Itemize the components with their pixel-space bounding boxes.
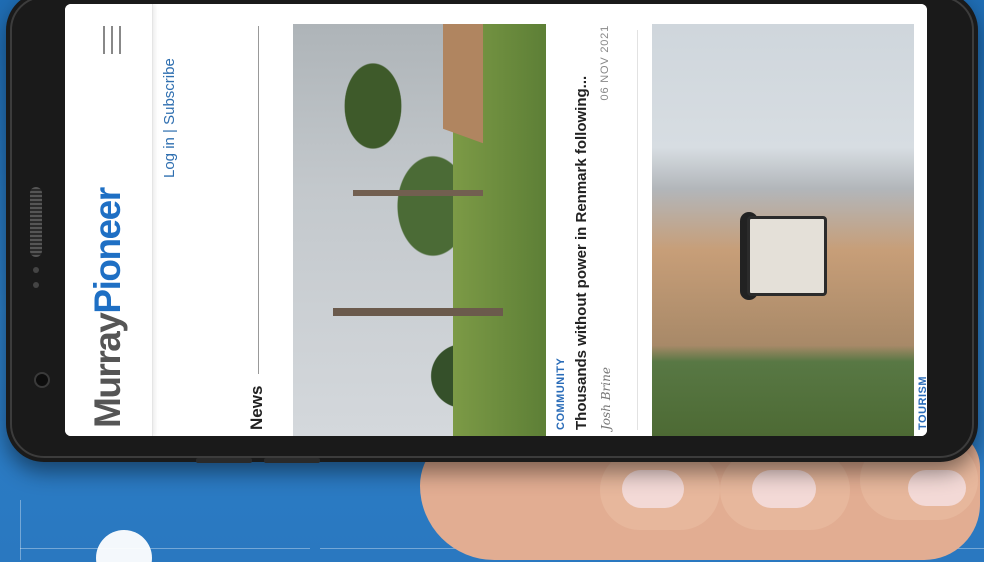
section-divider bbox=[258, 26, 259, 374]
hamburger-menu-icon[interactable] bbox=[103, 26, 121, 54]
article-category[interactable]: COMMUNITY bbox=[555, 358, 567, 430]
logo-word-murray: Murray bbox=[87, 313, 128, 428]
image-road bbox=[443, 24, 483, 144]
background-line bbox=[20, 548, 310, 549]
phone-screen: MurrayPioneer Log in | Subscribe News CO… bbox=[65, 4, 927, 436]
login-subscribe-link[interactable]: Log in | Subscribe bbox=[161, 58, 178, 178]
article-meta: Josh Brine 06 NOV 2021 bbox=[599, 25, 617, 430]
proximity-sensor bbox=[33, 267, 39, 273]
article-image[interactable] bbox=[652, 24, 914, 436]
site-logo[interactable]: MurrayPioneer bbox=[87, 188, 129, 428]
side-button bbox=[196, 458, 252, 463]
speaker-grille bbox=[30, 187, 42, 257]
logo-word-pioneer: Pioneer bbox=[87, 188, 128, 314]
background-line bbox=[20, 500, 21, 560]
front-camera-icon bbox=[34, 372, 50, 388]
fingernail bbox=[752, 470, 816, 508]
article-date: 06 NOV 2021 bbox=[599, 25, 611, 101]
light-sensor bbox=[33, 282, 39, 288]
image-tree bbox=[353, 190, 483, 196]
side-button bbox=[264, 458, 320, 463]
article-headline[interactable]: Thousands without power in Renmark follo… bbox=[573, 30, 590, 430]
news-section-header: News bbox=[247, 26, 271, 436]
image-boat bbox=[747, 216, 827, 296]
article-category[interactable]: TOURISM bbox=[917, 376, 927, 430]
article-author: Josh Brine bbox=[599, 367, 613, 430]
section-title: News bbox=[247, 385, 266, 430]
fingernail bbox=[908, 470, 966, 506]
article-image[interactable] bbox=[293, 24, 546, 436]
image-tree bbox=[333, 308, 503, 316]
background-logo bbox=[96, 530, 152, 562]
fingernail bbox=[622, 470, 684, 508]
phone-body: MurrayPioneer Log in | Subscribe News CO… bbox=[6, 0, 978, 463]
article-divider bbox=[637, 30, 638, 430]
site-header: MurrayPioneer bbox=[65, 4, 153, 436]
rotated-page: MurrayPioneer Log in | Subscribe News CO… bbox=[65, 4, 927, 436]
